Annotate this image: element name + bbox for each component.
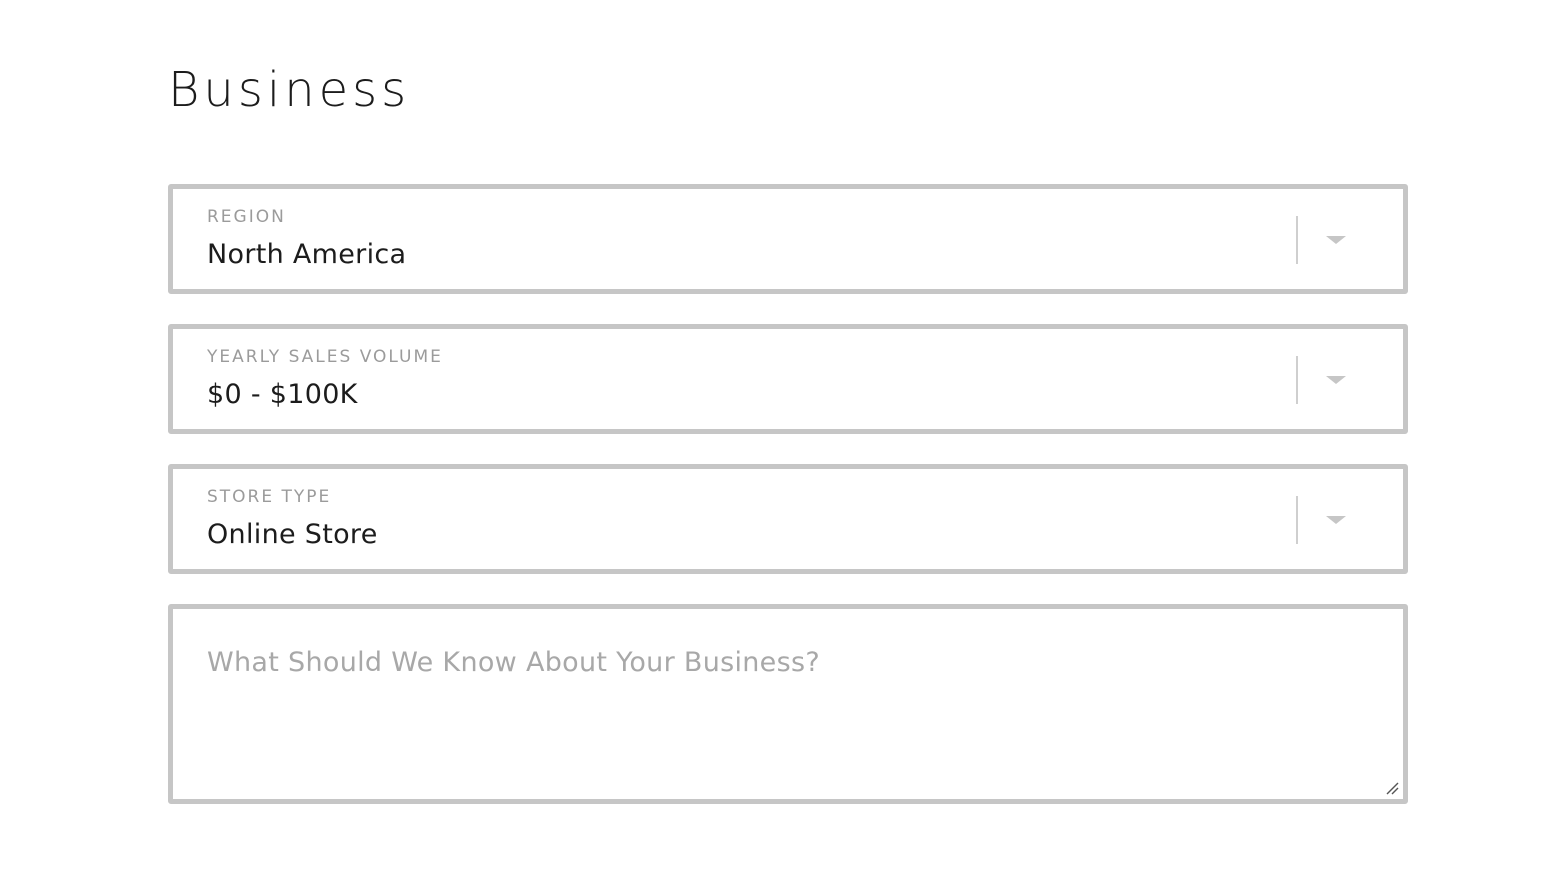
chevron-down-icon[interactable] (1326, 516, 1346, 524)
sales-volume-label: YEARLY SALES VOLUME (207, 347, 443, 367)
store-type-value: Online Store (207, 519, 378, 550)
region-value: North America (207, 239, 407, 270)
region-label: REGION (207, 207, 286, 227)
chevron-down-icon[interactable] (1326, 236, 1346, 244)
sales-volume-divider (1296, 356, 1298, 404)
region-divider (1296, 216, 1298, 264)
page-title: Business (168, 62, 411, 118)
store-type-select[interactable]: STORE TYPE Online Store (168, 464, 1408, 574)
business-about-textarea[interactable]: What Should We Know About Your Business? (168, 604, 1408, 804)
resize-handle-icon[interactable] (1385, 781, 1399, 795)
business-about-placeholder: What Should We Know About Your Business? (207, 647, 820, 678)
sales-volume-select[interactable]: YEARLY SALES VOLUME $0 - $100K (168, 324, 1408, 434)
sales-volume-value: $0 - $100K (207, 379, 358, 410)
chevron-down-icon[interactable] (1326, 376, 1346, 384)
store-type-label: STORE TYPE (207, 487, 332, 507)
region-select[interactable]: REGION North America (168, 184, 1408, 294)
store-type-divider (1296, 496, 1298, 544)
